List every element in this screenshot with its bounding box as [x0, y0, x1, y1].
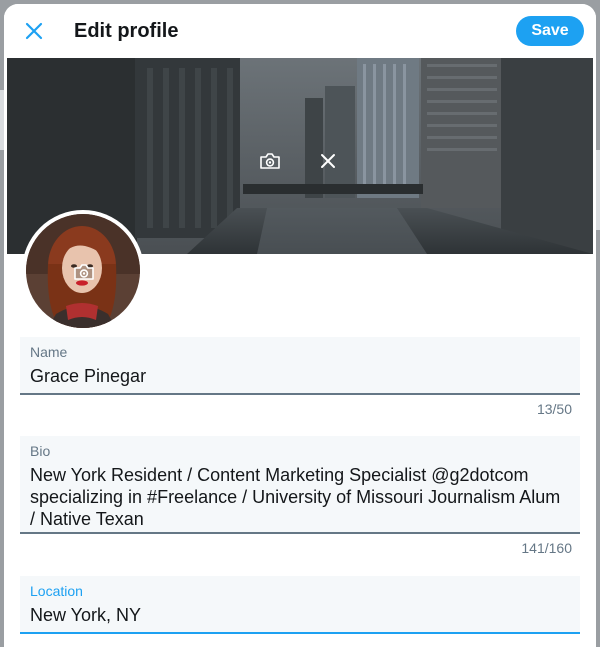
camera-icon [74, 264, 94, 280]
close-button[interactable] [20, 17, 48, 45]
remove-icon [321, 154, 335, 168]
bio-label: Bio [30, 443, 51, 459]
banner-upload-button[interactable] [255, 146, 285, 176]
banner-remove-button[interactable] [313, 146, 343, 176]
bio-char-counter: 141/160 [521, 540, 572, 556]
modal-header: Edit profile Save [4, 4, 596, 58]
location-input[interactable]: New York, NY [30, 604, 570, 626]
name-char-counter: 13/50 [536, 401, 572, 417]
edit-profile-modal: Edit profile Save Name Grace Pinegar 13/… [4, 4, 596, 647]
avatar-image [26, 214, 140, 328]
bio-field[interactable]: Bio New York Resident / Content Marketin… [20, 436, 580, 534]
avatar-upload-button[interactable] [70, 258, 98, 286]
name-input[interactable]: Grace Pinegar [30, 365, 570, 387]
camera-icon [260, 153, 280, 169]
name-field[interactable]: Name Grace Pinegar [20, 337, 580, 395]
location-field[interactable]: Location New York, NY [20, 576, 580, 634]
name-label: Name [30, 344, 68, 360]
bio-input[interactable]: New York Resident / Content Marketing Sp… [30, 464, 570, 530]
page-title: Edit profile [74, 20, 179, 42]
save-button[interactable]: Save [516, 16, 584, 46]
avatar[interactable] [22, 210, 144, 332]
close-icon [25, 22, 43, 40]
location-label: Location [30, 583, 83, 599]
